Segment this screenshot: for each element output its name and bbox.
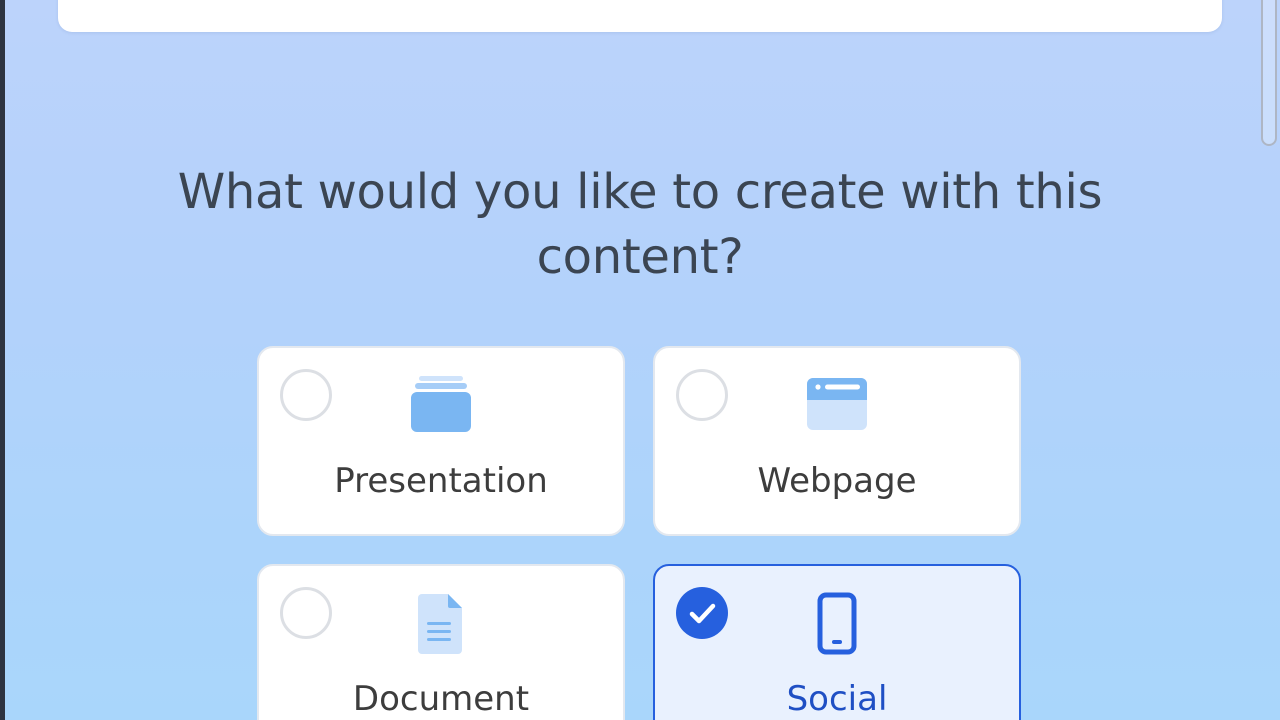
scrollbar[interactable] xyxy=(1261,0,1277,146)
option-document[interactable]: Document xyxy=(257,564,625,720)
option-presentation[interactable]: Presentation xyxy=(257,346,625,536)
social-label: Social xyxy=(786,679,888,719)
left-edge-strip xyxy=(0,0,5,720)
slides-icon xyxy=(408,372,474,438)
social-radio-checked[interactable] xyxy=(676,587,728,639)
document-radio[interactable] xyxy=(280,587,332,639)
document-icon xyxy=(408,590,474,656)
content-input-card[interactable] xyxy=(58,0,1222,32)
presentation-radio[interactable] xyxy=(280,369,332,421)
document-label: Document xyxy=(352,679,530,719)
webpage-label: Webpage xyxy=(757,461,917,501)
browser-window-icon xyxy=(804,372,870,438)
presentation-label: Presentation xyxy=(334,461,548,501)
smartphone-icon xyxy=(804,590,870,656)
checkmark-icon xyxy=(689,603,716,624)
page-heading: What would you like to create with this … xyxy=(177,164,1103,285)
webpage-radio[interactable] xyxy=(676,369,728,421)
option-social[interactable]: Social xyxy=(653,564,1021,720)
option-webpage[interactable]: Webpage xyxy=(653,346,1021,536)
